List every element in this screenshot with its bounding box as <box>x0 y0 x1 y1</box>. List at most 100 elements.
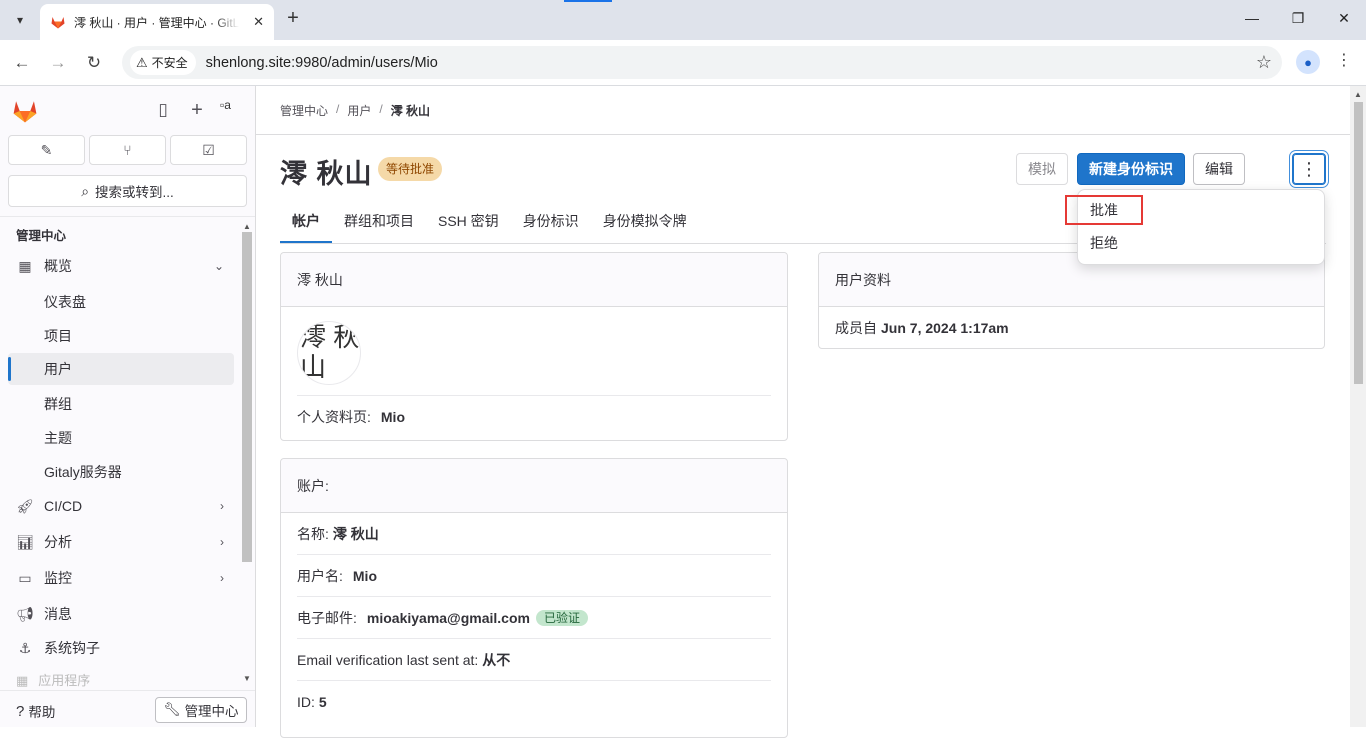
tab-identities[interactable]: 身份标识 <box>511 199 591 243</box>
tab-account[interactable]: 帐户 <box>280 199 332 243</box>
minimize-button[interactable]: — <box>1242 10 1262 26</box>
email-value[interactable]: mioakiyama@gmail.com <box>367 610 530 626</box>
breadcrumb-users[interactable]: 用户 <box>347 102 371 119</box>
sidebar-item-label: 概览 <box>44 258 72 274</box>
tab-impersonation-tokens[interactable]: 身份模拟令牌 <box>591 199 699 243</box>
page-scroll-thumb[interactable] <box>1354 102 1363 384</box>
sidebar-item-gitaly[interactable]: Gitaly服务器 <box>8 456 234 488</box>
sidebar-item-messages[interactable]: 📢︎ 消息 <box>8 598 234 630</box>
back-arrow-icon[interactable]: ← <box>11 52 33 74</box>
security-label: 不安全 <box>151 56 188 70</box>
new-identity-button[interactable]: 新建身份标识 <box>1077 153 1185 185</box>
tab-groups-projects[interactable]: 群组和项目 <box>332 199 426 243</box>
account-card-header: 账户: <box>281 459 787 513</box>
approve-highlight-box <box>1065 195 1143 225</box>
url-text[interactable]: shenlong.site:9980/admin/users/Mio <box>206 55 438 71</box>
sidebar-item-system-hooks[interactable]: ⚓︎ 系统钩子 <box>8 632 234 664</box>
restore-button[interactable]: ❐ <box>1288 10 1308 27</box>
sidebar-item-label: 监控 <box>44 570 72 586</box>
sidebar-item-groups[interactable]: 群组 <box>8 388 234 420</box>
page-title: 澪 秋山 <box>280 159 373 189</box>
sidebar-item-label: 群组 <box>44 396 72 412</box>
edit-button[interactable]: 编辑 <box>1193 153 1245 185</box>
sidebar-item-projects[interactable]: 项目 <box>8 320 234 352</box>
sidebar-footer: ? 帮助 🔧︎ 管理中心 <box>0 690 255 727</box>
id-label: ID: <box>297 694 315 710</box>
profile-card-header: 澪 秋山 <box>281 253 787 307</box>
breadcrumb-admin[interactable]: 管理中心 <box>280 102 328 119</box>
chevron-down-icon: ⌄ <box>213 259 224 273</box>
sidebar-section-title: 管理中心 <box>16 229 67 243</box>
window-close-button[interactable]: ✕ <box>1334 10 1354 27</box>
wrench-icon: 🔧︎ <box>163 702 181 717</box>
create-new-icon[interactable]: + <box>187 100 207 120</box>
sidebar-scrollbar[interactable]: ▲ ▼ <box>240 218 254 688</box>
main-content: 管理中心 / 用户 / 澪 秋山 澪 秋山 等待批准 模拟 新建身份标识 编辑 … <box>256 86 1350 738</box>
question-circle-icon: ? <box>16 702 25 720</box>
issues-button[interactable]: ✎ <box>8 135 85 165</box>
sidebar-item-label: 项目 <box>44 328 72 344</box>
breadcrumb-current[interactable]: 澪 秋山 <box>391 102 430 119</box>
address-bar[interactable]: ⚠ 不安全 shenlong.site:9980/admin/users/Mio… <box>122 46 1282 79</box>
tab-accent-bar <box>564 0 612 2</box>
forward-arrow-icon[interactable]: → <box>47 52 69 74</box>
tab-ssh-keys[interactable]: SSH 密钥 <box>426 199 511 243</box>
sidebar-item-analytics[interactable]: 📊︎ 分析 › <box>8 526 234 558</box>
merge-requests-button[interactable]: ⑂ <box>89 135 166 165</box>
browser-tab[interactable]: 澪 秋山 · 用户 · 管理中心 · GitLab ✕ <box>40 4 274 40</box>
scroll-up-arrow-icon[interactable]: ▲ <box>243 222 251 231</box>
reload-icon[interactable]: ↻ <box>83 52 105 74</box>
tab-close-icon[interactable]: ✕ <box>253 14 264 30</box>
security-indicator[interactable]: ⚠ 不安全 <box>130 50 196 75</box>
name-label: 名称: <box>297 525 329 542</box>
sidebar-item-label: 应用程序 <box>38 673 91 688</box>
sidebar-item-users[interactable]: 用户 <box>8 353 234 385</box>
username-label: 用户名: <box>297 567 343 584</box>
name-row: 名称: 澪 秋山 <box>297 513 771 555</box>
more-actions-kebab-icon[interactable]: ⋮ <box>1292 153 1326 185</box>
sidebar-item-cicd[interactable]: 🚀︎ CI/CD › <box>8 490 234 522</box>
gitlab-favicon-icon <box>51 17 65 29</box>
impersonate-button[interactable]: 模拟 <box>1016 153 1068 185</box>
profile-avatar-icon[interactable]: ● <box>1296 50 1320 74</box>
sidebar-scroll-thumb[interactable] <box>242 232 252 562</box>
page-scrollbar[interactable]: ▲ <box>1350 86 1366 727</box>
email-label: 电子邮件: <box>297 609 357 626</box>
breadcrumb-separator: / <box>336 102 340 116</box>
sidebar-item-label: 消息 <box>44 606 72 622</box>
sidebar-item-monitoring[interactable]: ▭ 监控 › <box>8 562 234 594</box>
email-verification-value: 从不 <box>482 651 511 668</box>
sidebar-item-overview[interactable]: ▦ 概览 ⌄ <box>8 250 234 282</box>
scroll-up-arrow-icon[interactable]: ▲ <box>1354 90 1362 99</box>
search-button[interactable]: ⌕ 搜索或转到... <box>8 175 247 207</box>
member-since-label: 成员自 <box>835 320 877 336</box>
new-tab-button[interactable]: + <box>282 8 304 30</box>
sidebar-item-topics[interactable]: 主题 <box>8 422 234 454</box>
help-button[interactable]: ? 帮助 <box>16 701 55 721</box>
browser-menu-icon[interactable]: ⋮ <box>1334 50 1354 70</box>
sidebar-item-applications[interactable]: ▦ 应用程序 <box>8 670 90 689</box>
email-verification-row: Email verification last sent at: 从不 <box>297 639 771 681</box>
email-verification-label: Email verification last sent at: <box>297 651 479 668</box>
username-row: 用户名: Mio <box>297 555 771 597</box>
user-avatar[interactable]: ▫a <box>220 98 231 112</box>
status-badge: 等待批准 <box>378 157 443 181</box>
browser-toolbar: ← → ↻ ⚠ 不安全 shenlong.site:9980/admin/use… <box>0 40 1366 86</box>
chevron-right-icon: › <box>220 499 224 513</box>
breadcrumb: 管理中心 / 用户 / 澪 秋山 <box>280 102 430 119</box>
reject-menu-item[interactable]: 拒绝 <box>1090 228 1118 258</box>
bookmark-star-icon[interactable]: ☆ <box>1256 52 1272 73</box>
member-since-row: 成员自 Jun 7, 2024 1:17am <box>835 307 1308 349</box>
tab-list-chevron-icon[interactable]: ▾ <box>8 8 32 32</box>
overview-grid-icon: ▦ <box>18 257 32 274</box>
profile-page-link[interactable]: Mio <box>381 409 405 425</box>
scroll-down-arrow-icon[interactable]: ▼ <box>243 674 251 683</box>
todos-button[interactable]: ☑ <box>170 135 247 165</box>
sidebar-toggle-icon[interactable]: ▯ <box>153 100 173 120</box>
profile-page-label: 个人资料页: <box>297 408 371 425</box>
admin-area-button[interactable]: 🔧︎ 管理中心 <box>155 697 247 723</box>
gitlab-logo-icon[interactable] <box>12 98 38 124</box>
anchor-icon: ⚓︎ <box>18 639 32 656</box>
sidebar-item-label: 主题 <box>44 430 72 446</box>
sidebar-item-dashboard[interactable]: 仪表盘 <box>8 286 234 318</box>
